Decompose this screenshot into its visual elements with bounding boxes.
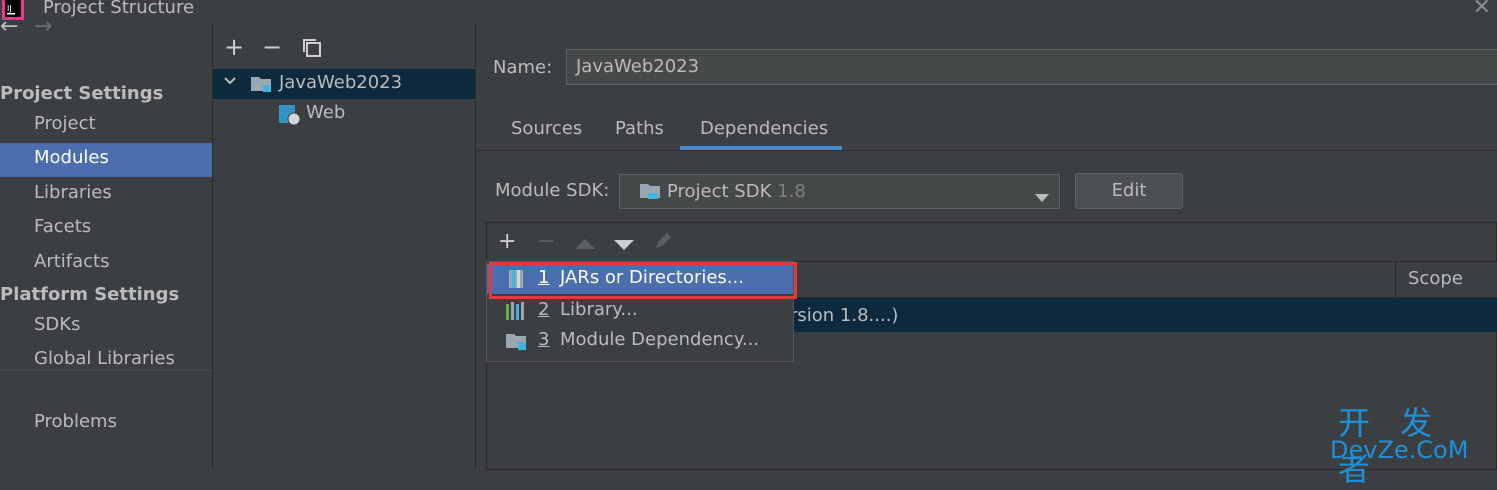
sdk-value: Project SDK [667, 181, 772, 202]
menu-item-number: 3 [538, 329, 550, 350]
sidebar-item-label: Facets [34, 216, 92, 237]
module-sdk-dropdown[interactable]: Project SDK 1.8 [619, 174, 1060, 209]
library-icon [506, 302, 528, 324]
sidebar-item-label: Modules [34, 147, 109, 168]
sidebar-item-project[interactable]: Project [0, 109, 212, 143]
move-down-icon[interactable] [614, 236, 634, 255]
sidebar-divider [0, 370, 212, 371]
sidebar-item-label: Project [34, 113, 96, 134]
menu-item-label: Library... [560, 299, 638, 320]
edit-pencil-icon[interactable] [653, 231, 673, 255]
back-arrow-icon[interactable]: ← [0, 14, 18, 39]
forward-arrow-icon[interactable]: → [34, 14, 52, 39]
title-bar [0, 0, 1497, 24]
remove-dependency-icon[interactable]: − [537, 229, 555, 254]
column-divider [1395, 262, 1396, 297]
sidebar-item-global-libraries[interactable]: Global Libraries [0, 344, 212, 378]
name-label: Name: [493, 57, 553, 78]
sidebar-item-label: Artifacts [34, 251, 110, 272]
annotation-highlight-box [489, 262, 797, 299]
tree-label: JavaWeb2023 [279, 72, 403, 93]
project-settings-heading: Project Settings [0, 83, 164, 104]
tab-paths[interactable]: Paths [615, 118, 664, 139]
watermark-bottom: DevZe.CoM [1330, 436, 1469, 464]
platform-settings-heading: Platform Settings [0, 284, 180, 305]
add-dependency-icon[interactable]: + [498, 229, 516, 254]
edit-sdk-button[interactable]: Edit [1075, 173, 1183, 209]
tree-row-web[interactable]: Web [213, 99, 475, 129]
add-icon[interactable]: + [224, 33, 244, 61]
chevron-down-icon[interactable] [223, 71, 237, 95]
scope-column-header[interactable]: Scope [1408, 268, 1463, 289]
sidebar-item-artifacts[interactable]: Artifacts [0, 247, 212, 281]
window-title: Project Structure [43, 0, 195, 18]
sidebar-item-libraries[interactable]: Libraries [0, 178, 212, 212]
module-name-value[interactable]: JavaWeb2023 [576, 56, 699, 77]
dependency-row-text: rsion 1.8....) [790, 305, 899, 326]
menu-item-library[interactable]: 2 Library... [487, 296, 793, 326]
edit-button-label: Edit [1111, 180, 1147, 201]
sdk-version: 1.8 [777, 181, 806, 202]
module-folder-icon [251, 75, 273, 97]
svg-text:IJ: IJ [7, 4, 12, 13]
tab-dependencies[interactable]: Dependencies [700, 118, 828, 139]
copy-icon[interactable] [302, 38, 322, 62]
dropdown-arrow-icon [1035, 188, 1049, 207]
sidebar-item-label: Global Libraries [34, 348, 175, 369]
menu-item-module-dependency[interactable]: 3 Module Dependency... [487, 326, 793, 356]
tab-sources[interactable]: Sources [511, 118, 582, 139]
sidebar-item-label: Problems [34, 411, 117, 432]
menu-item-number: 2 [538, 299, 550, 320]
move-up-icon[interactable] [575, 235, 595, 254]
module-name-field[interactable]: JavaWeb2023 [566, 49, 1497, 85]
module-sdk-label: Module SDK: [495, 180, 610, 201]
remove-icon[interactable]: − [262, 33, 282, 61]
menu-item-label: Module Dependency... [560, 329, 760, 350]
sidebar-item-sdks[interactable]: SDKs [0, 310, 212, 344]
sidebar-item-label: Libraries [34, 182, 112, 203]
tree-label: Web [306, 102, 346, 123]
tabs-divider [476, 150, 1497, 151]
sidebar-item-facets[interactable]: Facets [0, 212, 212, 246]
sidebar-item-label: SDKs [34, 314, 81, 335]
close-icon[interactable]: ✕ [1473, 0, 1491, 20]
module-folder-icon [506, 332, 528, 356]
web-facet-icon [279, 105, 301, 129]
tree-row-javaweb2023[interactable]: JavaWeb2023 [213, 69, 475, 99]
sdk-folder-icon [640, 182, 662, 206]
sidebar-item-modules[interactable]: Modules [0, 143, 212, 177]
sidebar-item-problems[interactable]: Problems [0, 407, 212, 441]
